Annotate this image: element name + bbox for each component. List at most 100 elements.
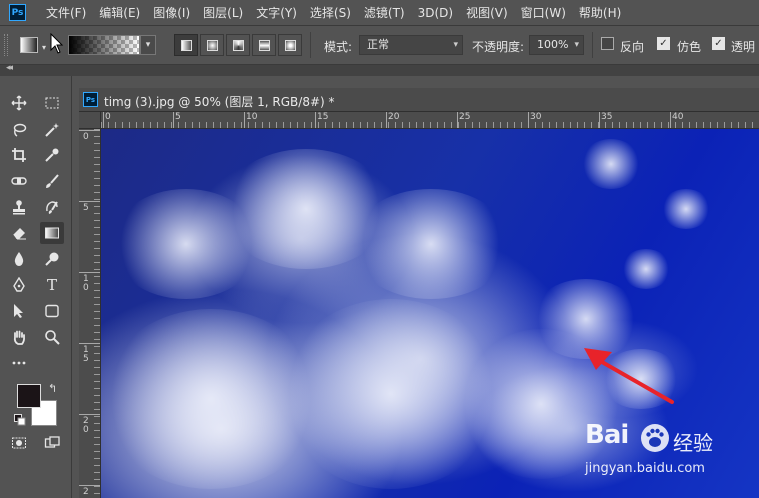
red-arrow-annotation (584, 348, 674, 404)
photoshop-logo-icon: Ps (9, 4, 26, 21)
crop-tool[interactable] (7, 144, 31, 166)
droplet-icon (14, 252, 24, 266)
eyedropper-tool[interactable] (40, 144, 64, 166)
linear-gradient-icon (180, 39, 192, 51)
type-tool[interactable]: T (40, 274, 64, 296)
mouse-cursor-icon (50, 32, 64, 55)
reflected-gradient-icon (258, 39, 270, 51)
diamond-gradient-button[interactable] (278, 34, 302, 56)
menu-image[interactable]: 图像(I) (153, 4, 190, 21)
mode-select[interactable]: 正常 ▾ (359, 35, 463, 55)
ruler-major-tick (457, 112, 458, 128)
ruler-label: 25 (459, 112, 471, 122)
baidu-paw-icon (641, 424, 669, 452)
swap-colors-icon[interactable]: ↰ (48, 382, 57, 395)
baidu-brand-suffix: du (385, 220, 386, 221)
opacity-input[interactable]: 100% ▾ (529, 35, 584, 55)
stamp-icon (13, 200, 25, 215)
baidu-jingyan-cn: 经验 (673, 431, 713, 455)
transparency-label: 透明 (731, 40, 756, 54)
tool-preset-picker[interactable] (20, 37, 38, 53)
eyedropper-icon (45, 148, 59, 162)
edit-toolbar-button[interactable] (7, 352, 31, 374)
dither-checkbox[interactable]: ✓ (657, 37, 670, 50)
reflected-gradient-button[interactable] (252, 34, 276, 56)
quick-mask-icon (12, 437, 26, 449)
menu-3d[interactable]: 3D(D) (418, 6, 453, 20)
foreground-color-swatch[interactable] (17, 384, 41, 408)
panel-collapse-strip: ◂◂ (0, 63, 759, 76)
lasso-tool[interactable] (7, 119, 31, 141)
cloud-area (581, 139, 641, 189)
reverse-label: 反向 (620, 40, 645, 54)
blur-tool[interactable] (7, 248, 31, 270)
dither-label: 仿色 (677, 40, 702, 54)
document-ps-icon: Ps (83, 92, 98, 107)
gradient-preview[interactable] (68, 35, 140, 55)
document-tab[interactable]: Ps timg (3).jpg @ 50% (图层 1, RGB/8#) * (79, 88, 759, 112)
quick-mask-button[interactable] (7, 432, 31, 454)
menu-view[interactable]: 视图(V) (466, 4, 508, 21)
marquee-tool[interactable] (40, 92, 64, 114)
crop-icon (12, 148, 26, 162)
menu-layer[interactable]: 图层(L) (203, 4, 243, 21)
ruler-label: 15 (317, 112, 329, 122)
ruler-major-tick (528, 112, 529, 128)
pen-tool[interactable] (7, 274, 31, 296)
menu-edit[interactable]: 编辑(E) (99, 4, 140, 21)
gradient-tool[interactable] (40, 222, 64, 244)
magic-wand-tool[interactable] (40, 119, 64, 141)
hand-tool[interactable] (7, 326, 31, 348)
rectangle-tool[interactable] (40, 300, 64, 322)
vertical-ruler[interactable]: 0 5 1 0 1 5 2 0 2 (79, 129, 101, 498)
brush-tool[interactable] (40, 170, 64, 192)
cloud-area (351, 189, 511, 299)
move-tool[interactable] (7, 92, 31, 114)
mode-value: 正常 (367, 38, 389, 51)
zoom-icon (45, 330, 60, 345)
radial-gradient-button[interactable] (200, 34, 224, 56)
gradient-icon (45, 227, 59, 239)
dodge-tool[interactable] (40, 248, 64, 270)
ruler-label: 1 0 (83, 274, 89, 293)
eraser-tool[interactable] (7, 222, 31, 244)
ruler-major-tick (315, 112, 316, 128)
ruler-label: 30 (530, 112, 542, 122)
ruler-ticks (101, 122, 759, 128)
menu-filter[interactable]: 滤镜(T) (364, 4, 405, 21)
pen-icon (13, 277, 25, 292)
opacity-label: 不透明度: (472, 40, 525, 54)
angle-gradient-icon (232, 39, 244, 51)
ruler-major-tick (386, 112, 387, 128)
horizontal-ruler[interactable]: 0 5 10 15 20 25 30 35 40 (101, 112, 759, 129)
menu-type[interactable]: 文字(Y) (256, 4, 297, 21)
ruler-major-tick (670, 112, 671, 128)
ruler-label: 35 (601, 112, 613, 122)
healing-brush-tool[interactable] (7, 170, 31, 192)
dodge-icon (45, 252, 59, 266)
path-selection-tool[interactable] (7, 300, 31, 322)
menu-window[interactable]: 窗口(W) (521, 4, 566, 21)
radial-gradient-icon (206, 39, 218, 51)
menu-file[interactable]: 文件(F) (46, 4, 86, 21)
history-brush-tool[interactable] (40, 196, 64, 218)
menu-select[interactable]: 选择(S) (310, 4, 351, 21)
collapse-icon[interactable]: ◂◂ (6, 63, 13, 73)
menu-help[interactable]: 帮助(H) (579, 4, 621, 21)
chevron-down-icon: ▾ (574, 40, 579, 50)
screen-mode-button[interactable] (40, 432, 64, 454)
options-bar-grip[interactable] (4, 34, 8, 56)
menu-bar: Ps 文件(F) 编辑(E) 图像(I) 图层(L) 文字(Y) 选择(S) 滤… (0, 0, 759, 25)
reverse-checkbox[interactable] (601, 37, 614, 50)
ruler-major-tick (173, 112, 174, 128)
angle-gradient-button[interactable] (226, 34, 250, 56)
linear-gradient-button[interactable] (174, 34, 198, 56)
gradient-dropdown-button[interactable]: ▾ (140, 35, 156, 55)
default-colors-icon[interactable] (14, 414, 26, 426)
transparency-checkbox[interactable]: ✓ (712, 37, 725, 50)
ruler-origin[interactable] (79, 112, 101, 129)
zoom-tool[interactable] (40, 326, 64, 348)
clone-stamp-tool[interactable] (7, 196, 31, 218)
chevron-down-icon[interactable]: ▾ (42, 43, 46, 52)
opacity-value: 100% (537, 38, 569, 51)
